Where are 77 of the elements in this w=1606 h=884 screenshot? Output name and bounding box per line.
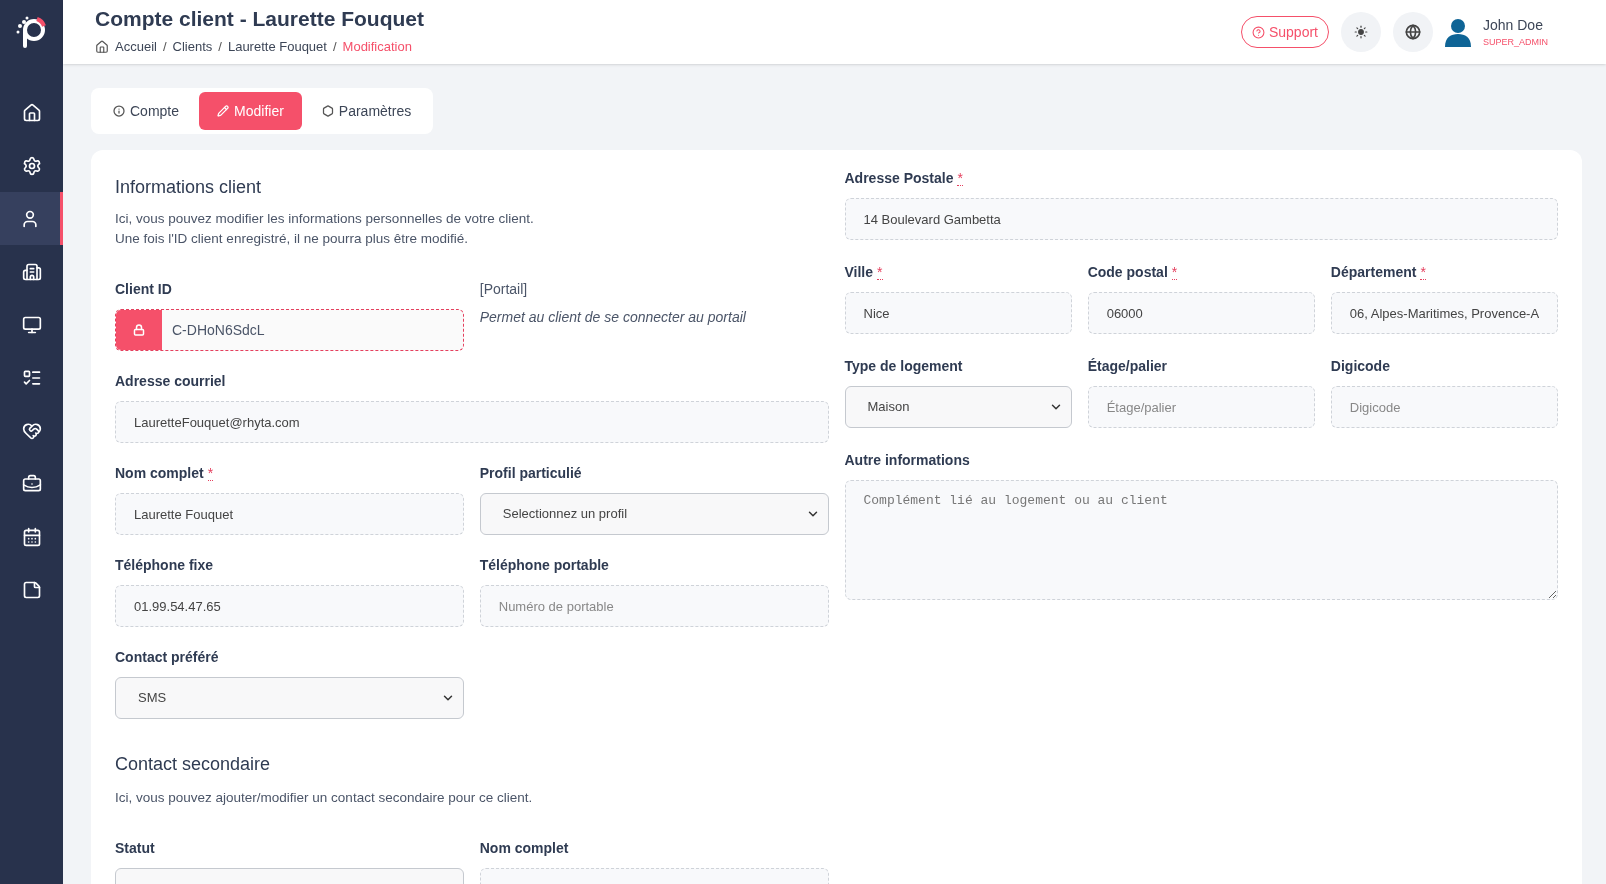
field-label: Nom complet xyxy=(479,838,569,858)
field-label: Adresse courriel xyxy=(115,371,226,391)
input-field[interactable]: Laurette Fouquet xyxy=(115,493,464,535)
info-icon xyxy=(113,105,125,117)
home-icon xyxy=(21,102,42,123)
section-title: Informations client xyxy=(115,176,263,199)
client-id-field[interactable]: C-DHoN6SdcL xyxy=(115,309,464,351)
pencil-icon xyxy=(217,105,230,117)
hexagon-icon xyxy=(321,105,334,117)
input-field[interactable]: 01.99.54.47.65 xyxy=(115,585,464,627)
globe-icon xyxy=(1405,24,1421,40)
avatar-icon xyxy=(1445,17,1471,47)
field-label: Code postal xyxy=(1087,262,1168,282)
required-mark: * xyxy=(877,264,883,280)
section-description: Ici, vous pouvez modifier les informations personnelles de votre client. xyxy=(115,210,535,228)
section-description: Ici, vous pouvez ajouter/modifier un contact secondaire pour ce client. xyxy=(115,789,534,807)
sun-icon xyxy=(1354,25,1368,39)
input-field[interactable]: 14 Boulevard Gambetta xyxy=(844,198,1558,240)
select-field[interactable]: Maison xyxy=(844,386,1072,428)
breadcrumb-separator: / xyxy=(162,37,167,56)
select-field[interactable]: SMS xyxy=(115,677,464,719)
field-label: Nom complet xyxy=(115,463,204,483)
theme-button[interactable] xyxy=(1341,12,1381,52)
breadcrumb-link[interactable]: Clients xyxy=(172,36,213,57)
breadcrumb-separator: / xyxy=(218,37,222,56)
field-label: Type de logement xyxy=(844,356,963,376)
input-field[interactable]: LauretteFouquet@rhyta.com xyxy=(115,401,829,443)
select-field[interactable]: Selectionnez un profil xyxy=(479,493,829,535)
field-label: Statut xyxy=(115,838,155,858)
language-button[interactable] xyxy=(1393,12,1433,52)
help-icon xyxy=(1251,25,1265,39)
heart-handshake-icon xyxy=(21,420,42,441)
input-field[interactable]: 06000 xyxy=(1087,292,1315,334)
gear-icon xyxy=(21,155,42,176)
briefcase-icon xyxy=(21,473,42,494)
required-mark: * xyxy=(207,465,214,481)
other-info-field[interactable]: Complément lié au logement ou au client xyxy=(844,480,1558,600)
input-field[interactable]: Étage/palier xyxy=(1087,386,1315,428)
calendar-icon xyxy=(21,526,42,547)
breadcrumb-link[interactable]: Laurette Fouquet xyxy=(227,36,327,57)
input-field[interactable]: 06, Alpes-Maritimes, Provence-A xyxy=(1330,292,1558,334)
logo-icon xyxy=(14,14,49,50)
breadcrumb-link[interactable]: Accueil xyxy=(115,36,157,57)
monitor-icon xyxy=(21,314,42,335)
field-label: Autre informations xyxy=(844,450,970,470)
person-icon xyxy=(20,208,40,229)
field-label: Étage/palier xyxy=(1087,356,1168,376)
breadcrumb-separator: / xyxy=(332,37,337,56)
field-label: Client ID xyxy=(115,279,172,299)
buildings-icon xyxy=(21,261,42,282)
tab[interactable]: Paramètres xyxy=(303,92,430,130)
home-icon xyxy=(95,39,109,54)
required-mark: * xyxy=(1420,264,1426,280)
field-label: Téléphone fixe xyxy=(115,555,214,575)
field-label: Ville xyxy=(844,262,874,282)
user-role: SUPER_ADMIN xyxy=(1483,35,1548,49)
field-label: [Portail] xyxy=(479,279,528,299)
input-field[interactable]: Numéro de portable xyxy=(479,585,829,627)
page-title: Compte client - Laurette Fouquet xyxy=(95,7,424,29)
required-mark: * xyxy=(957,170,963,186)
input-field[interactable]: Nice xyxy=(844,292,1072,334)
tab[interactable]: Compte xyxy=(95,92,198,130)
note-icon xyxy=(21,579,42,600)
lock-icon xyxy=(116,310,162,350)
required-mark: * xyxy=(1171,264,1178,280)
user-name: John Doe xyxy=(1483,15,1544,35)
field-label: Téléphone portable xyxy=(479,555,609,575)
portal-note: Permet au client de se connecter au portail xyxy=(479,308,747,327)
field-label: Profil particulié xyxy=(479,463,582,483)
field-label: Digicode xyxy=(1330,356,1390,376)
field-label: Département xyxy=(1330,262,1417,282)
field-label: Adresse Postale xyxy=(844,168,954,188)
input-field[interactable]: Digicode xyxy=(1330,386,1558,428)
field-value: C-DHoN6SdcL xyxy=(171,320,266,340)
field-label: Contact préféré xyxy=(115,647,219,667)
section-title: Contact secondaire xyxy=(115,753,272,776)
section-description: Une fois l'ID client enregistré, il ne pourra plus être modifié. xyxy=(115,230,469,248)
